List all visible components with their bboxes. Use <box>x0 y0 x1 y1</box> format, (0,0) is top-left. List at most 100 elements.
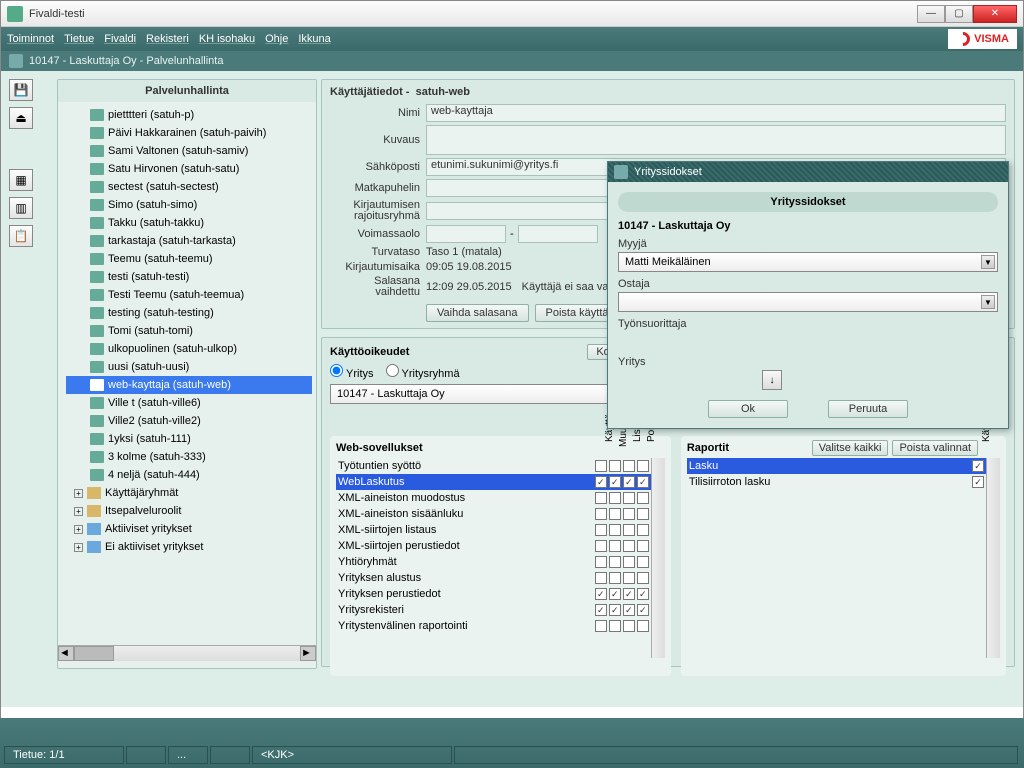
app-row[interactable]: Yrityksen perustiedot <box>336 586 651 602</box>
tree-user-item[interactable]: Päivi Hakkarainen (satuh-paivih) <box>66 124 312 142</box>
report-row[interactable]: Tilisiirroton lasku <box>687 474 986 490</box>
tyonsuorittaja-input[interactable] <box>618 332 838 350</box>
checkbox[interactable] <box>609 588 621 600</box>
save-icon[interactable]: 💾 <box>9 79 33 101</box>
checkbox[interactable] <box>595 588 607 600</box>
expand-icon[interactable]: + <box>74 507 83 516</box>
menu-tietue[interactable]: Tietue <box>64 33 94 45</box>
tree-user-item[interactable]: 3 kolme (satuh-333) <box>66 448 312 466</box>
horizontal-scrollbar[interactable]: ◄ ► <box>58 645 316 661</box>
checkbox[interactable] <box>595 476 607 488</box>
checkbox[interactable] <box>623 492 635 504</box>
tree-user-item[interactable]: testing (satuh-testing) <box>66 304 312 322</box>
tree-user-item[interactable]: Ville2 (satuh-ville2) <box>66 412 312 430</box>
menu-toiminnot[interactable]: Toiminnot <box>7 33 54 45</box>
tree-user-item[interactable]: Teemu (satuh-teemu) <box>66 250 312 268</box>
tool-icon-1[interactable]: ▦ <box>9 169 33 191</box>
app-row[interactable]: WebLaskutus <box>336 474 651 490</box>
valid-from-input[interactable] <box>426 225 506 243</box>
checkbox[interactable] <box>637 604 649 616</box>
checkbox[interactable] <box>637 540 649 552</box>
report-row[interactable]: Lasku <box>687 458 986 474</box>
menu-fivaldi[interactable]: Fivaldi <box>104 33 136 45</box>
checkbox[interactable] <box>623 620 635 632</box>
app-row[interactable]: Yhtiöryhmät <box>336 554 651 570</box>
checkbox[interactable] <box>609 524 621 536</box>
tree-user-item[interactable]: Takku (satuh-takku) <box>66 214 312 232</box>
tool-icon-3[interactable]: 📋 <box>9 225 33 247</box>
checkbox[interactable] <box>637 508 649 520</box>
checkbox[interactable] <box>623 604 635 616</box>
menu-rekisteri[interactable]: Rekisteri <box>146 33 189 45</box>
close-button[interactable]: ✕ <box>973 5 1017 23</box>
tree-user-item[interactable]: 1yksi (satuh-111) <box>66 430 312 448</box>
user-tree[interactable]: pietttteri (satuh-p)Päivi Hakkarainen (s… <box>58 102 316 645</box>
name-input[interactable]: web-kayttaja <box>426 104 1006 122</box>
tree-user-item[interactable]: Ville t (satuh-ville6) <box>66 394 312 412</box>
checkbox[interactable] <box>637 572 649 584</box>
tree-user-item[interactable]: 4 neljä (satuh-444) <box>66 466 312 484</box>
checkbox[interactable] <box>623 556 635 568</box>
checkbox[interactable] <box>609 620 621 632</box>
tree-user-item[interactable]: Tomi (satuh-tomi) <box>66 322 312 340</box>
description-input[interactable] <box>426 125 1006 155</box>
scroll-left-icon[interactable]: ◄ <box>58 646 74 661</box>
checkbox[interactable] <box>623 508 635 520</box>
yritys-lookup-button[interactable]: ↓ <box>762 370 782 390</box>
clear-selection-button[interactable]: Poista valinnat <box>892 440 978 456</box>
checkbox[interactable] <box>637 492 649 504</box>
checkbox[interactable] <box>637 620 649 632</box>
app-row[interactable]: XML-siirtojen perustiedot <box>336 538 651 554</box>
menu-khisohaku[interactable]: KH isohaku <box>199 33 255 45</box>
checkbox[interactable] <box>609 604 621 616</box>
tree-user-item[interactable]: sectest (satuh-sectest) <box>66 178 312 196</box>
scroll-thumb[interactable] <box>74 646 114 661</box>
app-row[interactable]: XML-aineiston muodostus <box>336 490 651 506</box>
exit-icon[interactable]: ⏏ <box>9 107 33 129</box>
checkbox[interactable] <box>609 508 621 520</box>
tree-user-item[interactable]: Testi Teemu (satuh-teemua) <box>66 286 312 304</box>
dialog-ok-button[interactable]: Ok <box>708 400 788 418</box>
vertical-scrollbar[interactable] <box>986 458 1000 658</box>
tree-user-item[interactable]: web-kayttaja (satuh-web) <box>66 376 312 394</box>
checkbox[interactable] <box>595 620 607 632</box>
tree-user-item[interactable]: tarkastaja (satuh-tarkasta) <box>66 232 312 250</box>
checkbox[interactable] <box>623 476 635 488</box>
tree-user-item[interactable]: Simo (satuh-simo) <box>66 196 312 214</box>
valid-to-input[interactable] <box>518 225 598 243</box>
checkbox[interactable] <box>637 476 649 488</box>
yritys-input[interactable] <box>618 371 758 389</box>
tree-group-item[interactable]: +Ei aktiiviset yritykset <box>66 538 312 556</box>
checkbox[interactable] <box>609 572 621 584</box>
select-all-button[interactable]: Valitse kaikki <box>812 440 889 456</box>
tree-group-item[interactable]: +Itsepalveluroolit <box>66 502 312 520</box>
checkbox[interactable] <box>595 572 607 584</box>
app-row[interactable]: XML-aineiston sisäänluku <box>336 506 651 522</box>
checkbox[interactable] <box>623 524 635 536</box>
checkbox[interactable] <box>595 604 607 616</box>
dialog-titlebar[interactable]: Yrityssidokset <box>608 162 1008 182</box>
app-row[interactable]: Yritysrekisteri <box>336 602 651 618</box>
tool-icon-2[interactable]: ▥ <box>9 197 33 219</box>
scroll-right-icon[interactable]: ► <box>300 646 316 661</box>
minimize-button[interactable]: — <box>917 5 945 23</box>
dialog-cancel-button[interactable]: Peruuta <box>828 400 908 418</box>
maximize-button[interactable]: ▢ <box>945 5 973 23</box>
checkbox[interactable] <box>609 556 621 568</box>
checkbox[interactable] <box>623 540 635 552</box>
tree-group-item[interactable]: +Käyttäjäryhmät <box>66 484 312 502</box>
app-row[interactable]: Yritystenvälinen raportointi <box>336 618 651 634</box>
checkbox[interactable] <box>637 556 649 568</box>
tree-user-item[interactable]: Satu Hirvonen (satuh-satu) <box>66 160 312 178</box>
vertical-scrollbar[interactable] <box>651 458 665 658</box>
tree-user-item[interactable]: pietttteri (satuh-p) <box>66 106 312 124</box>
checkbox[interactable] <box>972 476 984 488</box>
app-row[interactable]: XML-siirtojen listaus <box>336 522 651 538</box>
checkbox[interactable] <box>637 524 649 536</box>
menu-ohje[interactable]: Ohje <box>265 33 288 45</box>
radio-yritys[interactable]: Yritys <box>330 364 374 380</box>
tree-user-item[interactable]: testi (satuh-testi) <box>66 268 312 286</box>
myyja-select[interactable]: Matti Meikäläinen▼ <box>618 252 998 272</box>
checkbox[interactable] <box>609 540 621 552</box>
app-row[interactable]: Yrityksen alustus <box>336 570 651 586</box>
